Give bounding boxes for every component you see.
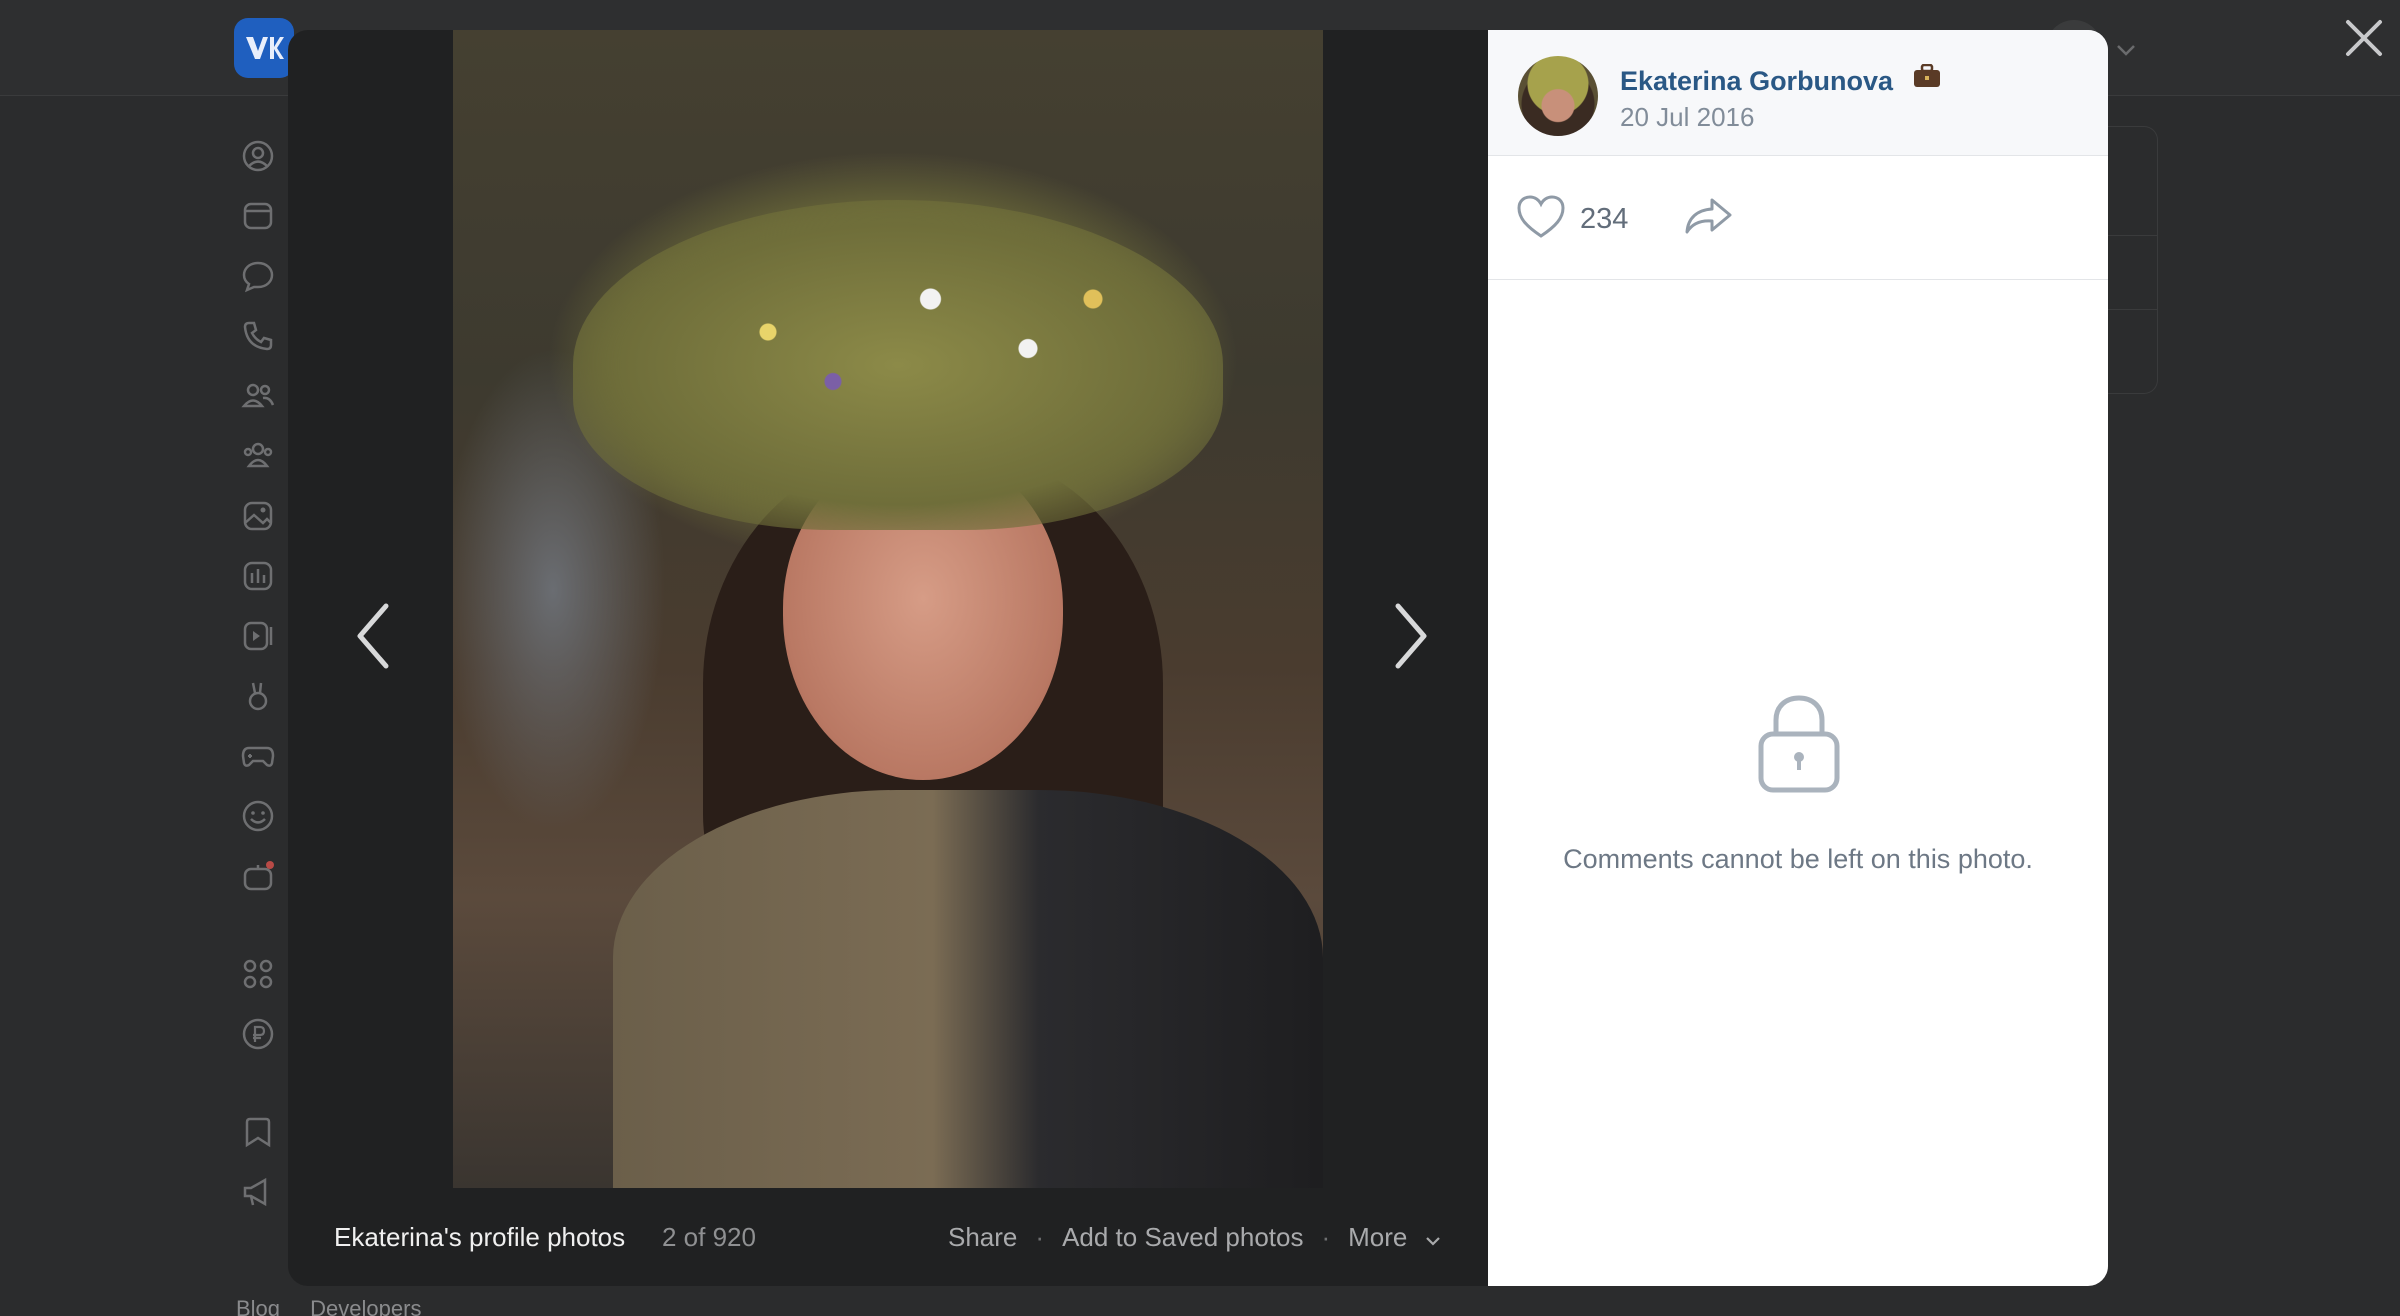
clips-icon[interactable]: [240, 678, 276, 714]
bookmarks-icon[interactable]: [240, 1114, 276, 1150]
profile-icon[interactable]: [240, 138, 276, 174]
author-name: Ekaterina Gorbunova: [1620, 66, 1894, 96]
friends-icon[interactable]: [240, 378, 276, 414]
chevron-down-icon[interactable]: [2116, 36, 2136, 62]
photo-body: [613, 790, 1323, 1188]
viewer-actions: Share · Add to Saved photos · More: [948, 1222, 1441, 1253]
photo-actions: 234: [1488, 156, 2108, 280]
footer-link-blog[interactable]: Blog: [236, 1296, 280, 1316]
photo-counter: 2 of 920: [662, 1222, 756, 1252]
separator: ·: [1035, 1222, 1045, 1252]
avatar[interactable]: [1518, 56, 1598, 136]
like-button[interactable]: 234: [1516, 194, 1628, 245]
vk-logo-icon[interactable]: [234, 18, 294, 78]
footer-link-developers[interactable]: Developers: [310, 1296, 421, 1316]
author-header: Ekaterina Gorbunova 20 Jul 2016: [1488, 30, 2108, 156]
stickers-icon[interactable]: [240, 798, 276, 834]
ads-icon[interactable]: [240, 1174, 276, 1210]
lock-icon: [1756, 694, 1842, 794]
games-icon[interactable]: [240, 738, 276, 774]
comments-disabled-message: Comments cannot be left on this photo.: [1563, 844, 2033, 874]
album-title[interactable]: Ekaterina's profile photos: [334, 1222, 625, 1253]
music-icon[interactable]: [240, 558, 276, 594]
communities-icon[interactable]: [240, 438, 276, 474]
briefcase-icon: [1913, 63, 1941, 95]
apps-icon[interactable]: [240, 956, 276, 992]
messenger-icon[interactable]: [240, 258, 276, 294]
separator: ·: [1321, 1222, 1331, 1252]
share-link[interactable]: Share: [948, 1222, 1017, 1253]
viewer-footer: Ekaterina's profile photos 2 of 920 Shar…: [288, 1188, 1488, 1286]
payments-icon[interactable]: [240, 1016, 276, 1052]
calls-icon[interactable]: [240, 318, 276, 354]
photo-date: 20 Jul 2016: [1620, 102, 1755, 132]
photos-icon[interactable]: [240, 498, 276, 534]
heart-icon: [1516, 194, 1566, 245]
photo-viewer: Ekaterina's profile photos 2 of 920 Shar…: [288, 30, 1488, 1286]
share-arrow-icon: [1684, 198, 1734, 240]
author-name-link[interactable]: Ekaterina Gorbunova: [1620, 63, 1941, 97]
like-count: 234: [1580, 203, 1629, 235]
chevron-left-icon[interactable]: [350, 596, 400, 676]
more-button[interactable]: More: [1348, 1222, 1440, 1253]
page-footer: Blog Developers: [236, 1296, 445, 1316]
photo-wreath: [573, 200, 1223, 530]
photo-info-panel: Ekaterina Gorbunova 20 Jul 2016 234 Comm…: [1488, 30, 2108, 1286]
photo[interactable]: [453, 30, 1323, 1188]
share-button[interactable]: [1684, 196, 1734, 241]
close-icon[interactable]: [2342, 16, 2386, 60]
gifts-icon[interactable]: [240, 858, 276, 894]
video-icon[interactable]: [240, 618, 276, 654]
more-label: More: [1348, 1222, 1408, 1252]
chevron-right-icon[interactable]: [1384, 596, 1434, 676]
news-icon[interactable]: [240, 198, 276, 234]
chevron-down-icon: [1425, 1222, 1441, 1253]
add-to-saved-link[interactable]: Add to Saved photos: [1062, 1222, 1303, 1253]
